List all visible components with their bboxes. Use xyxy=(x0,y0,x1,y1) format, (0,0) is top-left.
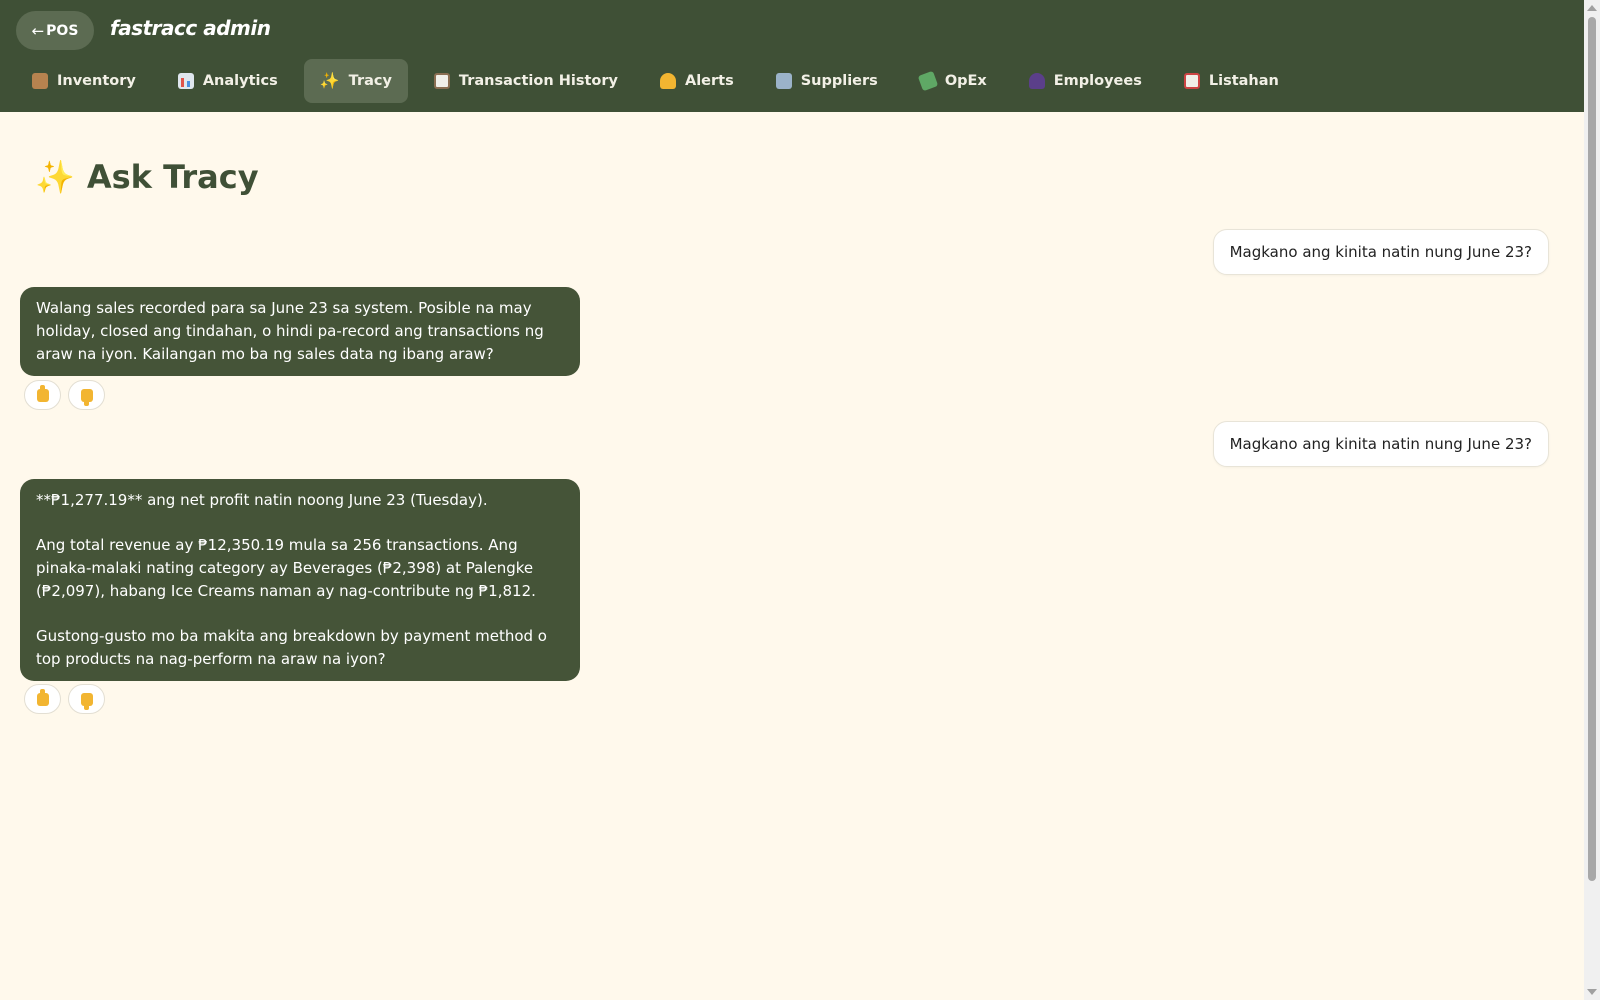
tab-opex[interactable]: OpEx xyxy=(904,59,1003,103)
tab-label: Transaction History xyxy=(458,73,618,89)
bar-chart-icon xyxy=(177,73,194,89)
thumbs-up-button[interactable] xyxy=(24,380,61,410)
sparkles-icon: ✨ xyxy=(319,71,340,90)
tab-inventory[interactable]: Inventory xyxy=(16,59,152,103)
tab-listahan[interactable]: Listahan xyxy=(1168,59,1295,103)
tab-label: Employees xyxy=(1053,73,1142,89)
main-tabs: Inventory Analytics ✨ Tracy Transaction … xyxy=(16,59,1305,103)
tab-label: Tracy xyxy=(348,73,392,89)
message-feedback xyxy=(24,380,105,410)
message-feedback xyxy=(24,684,105,714)
tab-alerts[interactable]: Alerts xyxy=(644,59,750,103)
tab-transaction-history[interactable]: Transaction History xyxy=(418,59,634,103)
scroll-thumb[interactable] xyxy=(1588,17,1596,881)
bell-icon xyxy=(659,73,676,89)
tab-label: OpEx xyxy=(944,73,987,89)
thumbs-up-icon xyxy=(36,688,49,706)
thumbs-down-icon xyxy=(80,692,93,710)
memo-icon xyxy=(1183,73,1200,89)
back-to-pos-button[interactable]: ← POS xyxy=(16,11,94,50)
tab-suppliers[interactable]: Suppliers xyxy=(760,59,894,103)
assistant-message-paragraph: Gustong-gusto mo ba makita ang breakdown… xyxy=(36,627,547,668)
package-icon xyxy=(32,73,48,89)
people-icon xyxy=(1028,73,1045,89)
page-scrollbar[interactable] xyxy=(1584,0,1600,1000)
page-title-text: Ask Tracy xyxy=(86,158,259,196)
assistant-message: Walang sales recorded para sa June 23 sa… xyxy=(20,287,580,376)
assistant-message: **₱1,277.19** ang net profit natin noong… xyxy=(20,479,580,681)
app-brand: fastracc admin xyxy=(110,16,271,40)
tab-label: Alerts xyxy=(684,73,734,89)
sparkles-icon: ✨ xyxy=(35,158,75,196)
thumbs-down-button[interactable] xyxy=(68,684,105,714)
building-icon xyxy=(775,73,792,89)
assistant-message-paragraph: Ang total revenue ay ₱12,350.19 mula sa … xyxy=(36,536,536,600)
scroll-down-arrow-icon[interactable] xyxy=(1587,989,1597,995)
thumbs-up-icon xyxy=(36,384,49,402)
tab-label: Analytics xyxy=(202,73,278,89)
user-message: Magkano ang kinita natin nung June 23? xyxy=(1212,229,1549,275)
scroll-up-arrow-icon[interactable] xyxy=(1587,5,1597,11)
back-arrow-icon: ← xyxy=(31,21,45,40)
tab-label: Suppliers xyxy=(800,73,878,89)
clipboard-icon xyxy=(433,73,450,89)
pos-button-label: POS xyxy=(46,22,79,39)
thumbs-down-icon xyxy=(80,388,93,406)
top-navigation-bar: ← POS fastracc admin Inventory Analytics… xyxy=(0,0,1584,112)
tab-analytics[interactable]: Analytics xyxy=(162,59,294,103)
tab-label: Listahan xyxy=(1208,73,1279,89)
tab-employees[interactable]: Employees xyxy=(1013,59,1158,103)
tab-tracy[interactable]: ✨ Tracy xyxy=(303,59,408,103)
money-icon xyxy=(917,70,939,92)
thumbs-down-button[interactable] xyxy=(68,380,105,410)
page-title: ✨ Ask Tracy xyxy=(35,158,259,196)
thumbs-up-button[interactable] xyxy=(24,684,61,714)
user-message: Magkano ang kinita natin nung June 23? xyxy=(1212,421,1549,467)
assistant-message-paragraph: Walang sales recorded para sa June 23 sa… xyxy=(36,299,544,363)
tab-label: Inventory xyxy=(57,73,136,89)
assistant-message-paragraph: **₱1,277.19** ang net profit natin noong… xyxy=(36,491,488,509)
